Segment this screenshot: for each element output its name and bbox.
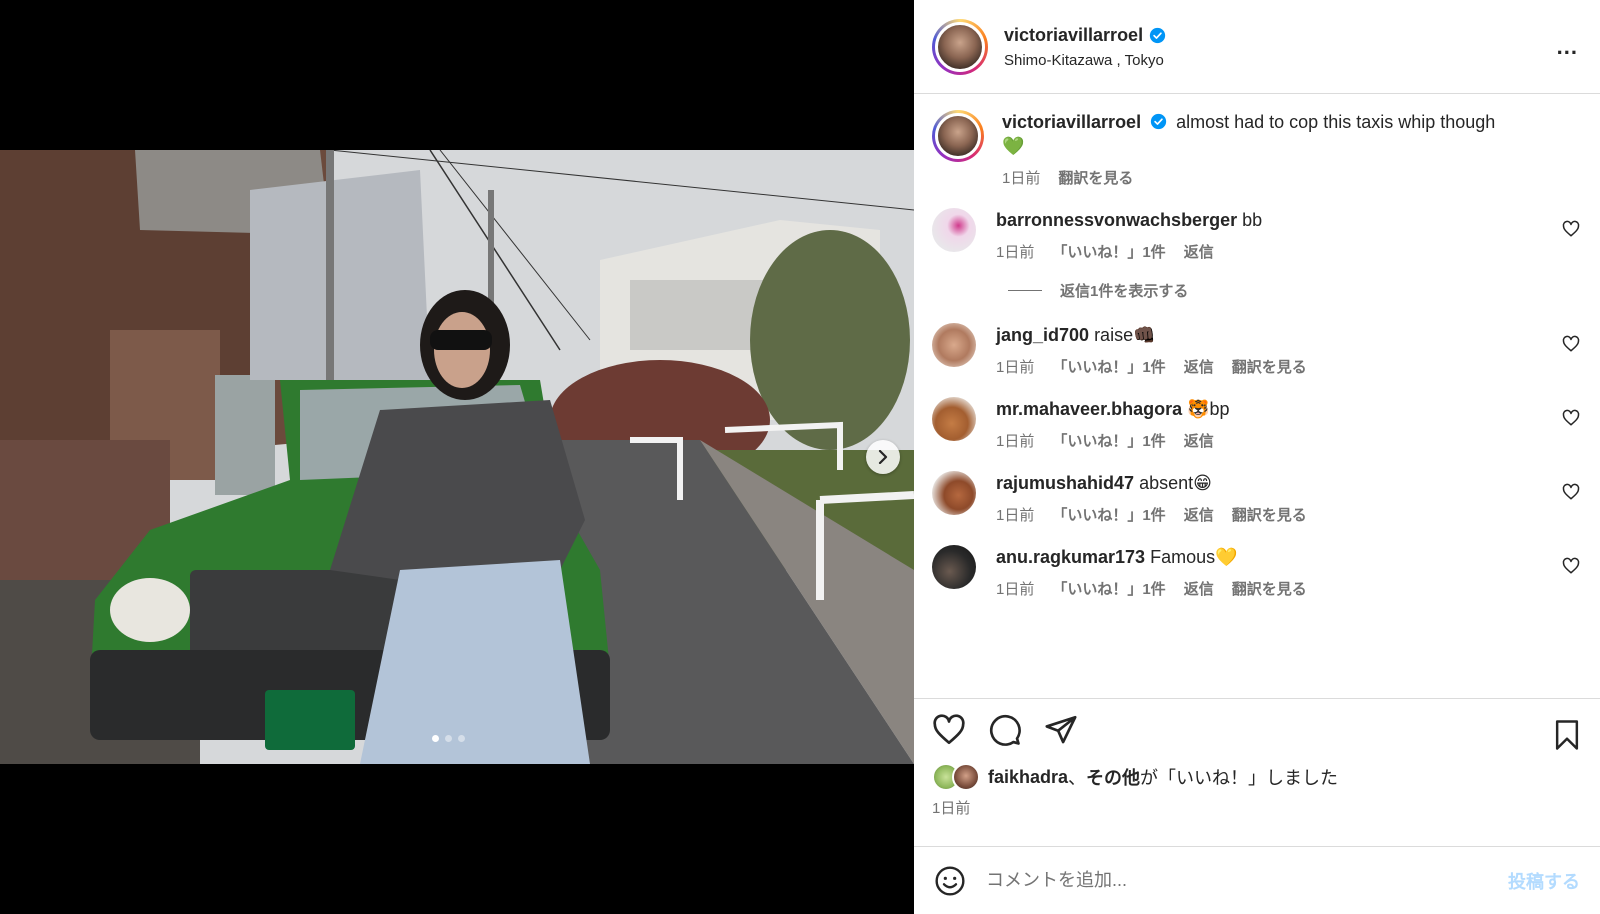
comment-item: anu.ragkumar173 Famous💛 1日前 「いいね！」1件 返信 … [932,545,1582,599]
view-replies-label: 返信1件を表示する [1060,283,1189,300]
comment-like-heart-icon[interactable] [1562,483,1580,501]
comment-translate-button[interactable]: 翻訳を見る [1232,356,1307,377]
comment-likes-count[interactable]: 「いいね！」1件 [1052,241,1165,262]
comment-input[interactable] [986,870,1508,891]
comment-username[interactable]: anu.ragkumar173 [996,547,1145,567]
author-username[interactable]: victoriavillarroel [1004,25,1143,46]
comment-likes-count[interactable]: 「いいね！」1件 [1052,504,1165,525]
caption-author-avatar[interactable] [932,110,984,162]
comment-text: Famous💛 [1150,547,1238,567]
comment-text: 🐯bp [1187,399,1230,419]
comment-bubble-icon[interactable] [988,713,1022,747]
comment-translate-button[interactable]: 翻訳を見る [1232,578,1307,599]
carousel-dot [445,735,452,742]
instagram-post-modal: victoriavillarroel Shimo-Kitazawa , Toky… [0,0,1600,914]
post-photo[interactable] [0,150,914,764]
carousel-dot [432,735,439,742]
share-send-icon[interactable] [1044,713,1078,747]
comment-time[interactable]: 1日前 [996,356,1034,377]
view-replies-rule [1008,290,1042,291]
comment-avatar[interactable] [932,323,976,367]
chevron-right-icon [878,450,888,464]
more-options-button[interactable]: ... [1557,34,1578,60]
comment-avatar[interactable] [932,397,976,441]
comment-time[interactable]: 1日前 [996,241,1034,262]
likes-summary[interactable]: faikhadra、その他 が「いいね！」しました [932,763,1582,791]
comment-reply-button[interactable]: 返信 [1184,356,1214,377]
comment-likes-count[interactable]: 「いいね！」1件 [1052,578,1165,599]
comment-username[interactable]: rajumushahid47 [996,473,1134,493]
comment-reply-button[interactable]: 返信 [1184,578,1214,599]
post-media-area [0,0,914,914]
comment-time[interactable]: 1日前 [996,430,1034,451]
action-bar [932,713,1582,747]
comment-translate-button[interactable]: 翻訳を見る [1232,504,1307,525]
post-side-panel: victoriavillarroel Shimo-Kitazawa , Toky… [914,0,1600,914]
comment-time[interactable]: 1日前 [996,578,1034,599]
comment-like-heart-icon[interactable] [1562,409,1580,427]
add-comment-bar: 投稿する [914,846,1600,914]
comment-item: mr.mahaveer.bhagora 🐯bp 1日前 「いいね！」1件 返信 [932,397,1582,451]
comment-item: jang_id700 raise👊🏿 1日前 「いいね！」1件 返信 翻訳を見る [932,323,1582,377]
post-header: victoriavillarroel Shimo-Kitazawa , Toky… [914,0,1600,94]
comment-like-heart-icon[interactable] [1562,335,1580,353]
comment-reply-button[interactable]: 返信 [1184,504,1214,525]
like-heart-icon[interactable] [932,713,966,747]
comment-avatar[interactable] [932,471,976,515]
comment-username[interactable]: mr.mahaveer.bhagora [996,399,1182,419]
comment-text: bb [1242,210,1263,230]
comment-reply-button[interactable]: 返信 [1184,241,1214,262]
comments-list: victoriavillarroel almost had to cop thi… [914,94,1600,698]
post-actions-section: faikhadra、その他 が「いいね！」しました 1日前 [914,698,1600,846]
comment-like-heart-icon[interactable] [1562,220,1580,238]
comment-item: rajumushahid47 absent😁 1日前 「いいね！」1件 返信 翻… [932,471,1582,525]
carousel-next-button[interactable] [866,440,900,474]
comment-username[interactable]: jang_id700 [996,325,1089,345]
likers-avatar-stack [932,763,984,791]
post-timestamp[interactable]: 1日前 [932,797,1582,818]
post-comment-button[interactable]: 投稿する [1508,868,1580,894]
caption-time[interactable]: 1日前 [1002,167,1040,188]
comment-likes-count[interactable]: 「いいね！」1件 [1052,430,1165,451]
post-location[interactable]: Shimo-Kitazawa , Tokyo [1004,52,1166,69]
verified-badge-icon [1150,113,1167,130]
likes-suffix: が「いいね！」しました [1140,768,1339,788]
comment-avatar[interactable] [932,545,976,589]
verified-badge-icon [1149,27,1166,43]
comment-text: raise👊🏿 [1094,325,1156,345]
comment-username[interactable]: barronnessvonwachsberger [996,210,1237,230]
caption-translate-button[interactable]: 翻訳を見る [1058,167,1133,188]
likes-others-link[interactable]: その他 [1086,764,1140,790]
carousel-dot [458,735,465,742]
liker-username[interactable]: faikhadra [988,767,1068,788]
comment-item: barronnessvonwachsberger bb 1日前 「いいね！」1件… [932,208,1582,262]
author-avatar[interactable] [932,18,988,75]
comment-time[interactable]: 1日前 [996,504,1034,525]
caption-emoji: 💚 [1002,136,1025,156]
comment-avatar[interactable] [932,208,976,252]
save-bookmark-icon[interactable] [1552,719,1582,751]
likes-separator: 、 [1068,768,1087,788]
emoji-picker-icon[interactable] [934,865,966,897]
comment-like-heart-icon[interactable] [1562,557,1580,575]
view-replies-button[interactable]: 返信1件を表示する [1008,280,1582,301]
photo-illustration [0,150,914,764]
comment-reply-button[interactable]: 返信 [1184,430,1214,451]
post-caption: victoriavillarroel almost had to cop thi… [932,110,1582,188]
comment-likes-count[interactable]: 「いいね！」1件 [1052,356,1165,377]
caption-text: almost had to cop this taxis whip though [1176,112,1496,132]
caption-username[interactable]: victoriavillarroel [1002,112,1141,132]
comment-text: absent😁 [1139,473,1212,493]
carousel-indicator [432,735,465,742]
author-username-row: victoriavillarroel [1004,25,1166,46]
